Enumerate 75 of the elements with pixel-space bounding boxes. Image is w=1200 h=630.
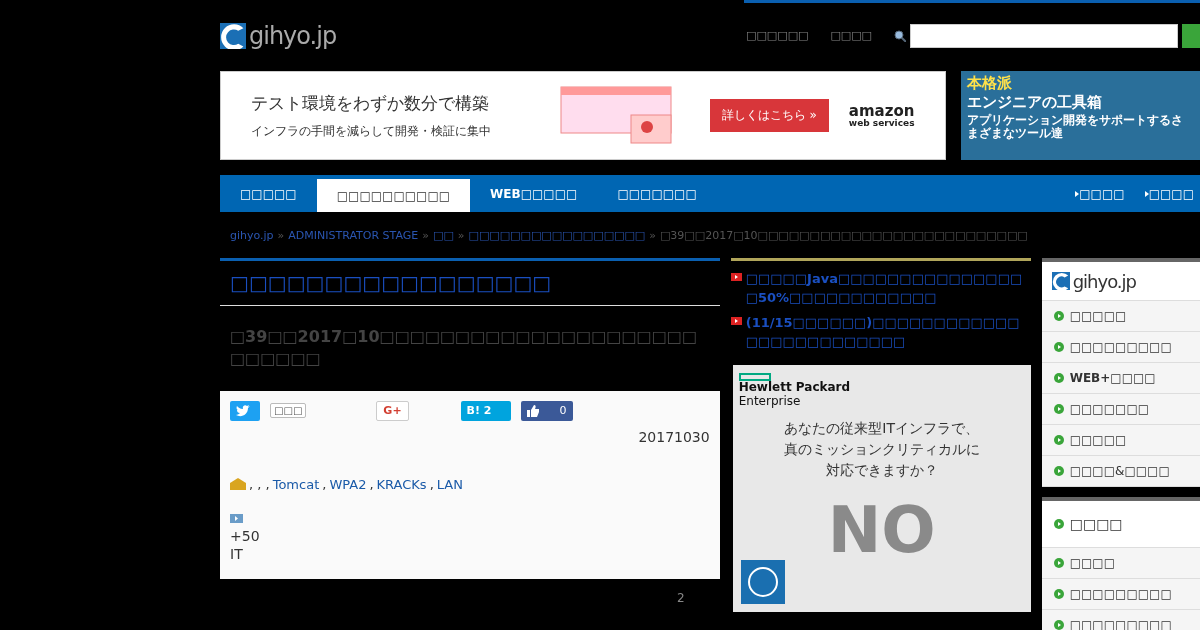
logo-icon	[220, 22, 246, 49]
tweet-button[interactable]	[230, 400, 260, 421]
site-logo[interactable]: gihyo.jp	[220, 21, 337, 50]
bullet-icon	[1053, 373, 1064, 383]
page-number[interactable]: 2	[677, 590, 685, 605]
article-date: 20171030	[638, 428, 710, 445]
ad-brand-sub: Enterprise	[738, 394, 801, 408]
nav-tab[interactable]: WEB□□□□□	[470, 175, 598, 212]
ad-banner[interactable]: テスト環境をわずか数分で構築 インフラの手間を減らして開発・検証に集中 詳しくはこちら » amazon web services	[220, 71, 946, 160]
side-ad[interactable]: 本格派 エンジニアの工具箱 アプリケーション開発をサポートするさまざまなツール達	[960, 71, 1200, 160]
bullet-icon	[1053, 558, 1064, 568]
ad-big-text: NO	[827, 493, 936, 567]
menu-item[interactable]: □□□□□□□	[1041, 394, 1200, 425]
like-button[interactable]: 0	[520, 400, 573, 421]
breadcrumb-separator: »	[649, 228, 656, 242]
bullet-icon	[1053, 311, 1064, 321]
tag-separator: ,	[322, 476, 327, 492]
triangle-icon	[1144, 190, 1149, 197]
search-button[interactable]	[1182, 23, 1200, 48]
share-count: □□□	[270, 403, 307, 419]
nav-link[interactable]: □□□□	[1144, 175, 1200, 212]
search-icon	[894, 29, 906, 42]
menu-item[interactable]: WEB+□□□□	[1041, 363, 1200, 394]
breadcrumb-separator: »	[457, 228, 465, 242]
search-field[interactable]	[910, 23, 1178, 48]
article-text: +50	[230, 526, 261, 545]
menu-item[interactable]: □□□□□	[1041, 301, 1200, 332]
bullet-icon	[1053, 466, 1064, 476]
nav-link[interactable]: □□□□	[1075, 175, 1131, 212]
article-text: IT	[230, 544, 244, 563]
menu-item[interactable]: □□□□□□□□□	[1041, 332, 1200, 363]
ad-brand: Hewlett Packard	[738, 381, 851, 394]
bullet-icon	[1053, 342, 1064, 352]
nav-tab[interactable]: □□□□□□□□□□	[316, 179, 471, 212]
tag-link[interactable]: LAN	[436, 476, 463, 492]
tag-separator: ,	[429, 476, 434, 492]
tag-link[interactable]: KRACKs	[376, 476, 427, 492]
breadcrumb-separator: »	[422, 228, 429, 242]
bullet-icon	[1053, 589, 1064, 599]
menu-item[interactable]: □□□□□□□□□	[1041, 579, 1200, 610]
breadcrumb-current: □39□□2017□10□□□□□□□□□□□□□□□□□□□□□□□□□□	[659, 228, 1028, 242]
menu-heading[interactable]: □□□□	[1041, 501, 1200, 548]
header-link[interactable]: □□□□	[830, 29, 872, 42]
google-plus-button[interactable]: G+	[376, 400, 409, 421]
menu-item[interactable]: □□□□□	[1041, 425, 1200, 456]
menu-item[interactable]: □□□□&□□□□	[1041, 456, 1200, 487]
nav-tab[interactable]: □□□□□□□	[597, 175, 717, 212]
play-icon	[230, 513, 243, 523]
bullet-icon	[1053, 519, 1064, 529]
menu-item[interactable]: □□□□□□□□□	[1041, 610, 1200, 630]
ad-headline: テスト環境をわずか数分で構築	[251, 91, 490, 115]
hpe-ad[interactable]: Hewlett Packard Enterprise あなたの従来型ITインフラで、真のミッションクリティカルに対応できますか？ NO	[732, 365, 1031, 612]
tag-link[interactable]: Tomcat	[272, 476, 320, 492]
aws-logo: amazon web services	[848, 103, 915, 128]
header-link[interactable]: □□□□□□	[746, 29, 809, 42]
ad-copy: あなたの従来型ITインフラで、真のミッションクリティカルに対応できますか？	[782, 419, 981, 480]
tag-separator: ,	[369, 476, 374, 492]
nav-tab[interactable]: □□□□□	[220, 175, 317, 212]
flag-icon	[730, 273, 742, 281]
details-button[interactable]: 詳しくはこちら »	[709, 99, 829, 132]
triangle-icon	[1075, 190, 1080, 197]
bullet-icon	[1053, 404, 1064, 414]
flag-icon	[730, 317, 742, 325]
chip-icon	[740, 560, 785, 604]
tag-link[interactable]: WPA2	[329, 476, 367, 492]
bullet-icon	[1053, 435, 1064, 445]
logo-icon	[1051, 272, 1070, 290]
ad-subline: インフラの手間を減らして開発・検証に集中	[251, 122, 492, 140]
tag-separators: , , ,	[249, 476, 270, 492]
menu-item[interactable]: □□□□	[1041, 548, 1200, 579]
breadcrumb-separator: »	[277, 228, 285, 242]
thumbs-up-icon	[526, 404, 539, 417]
article-title: □39□□2017□10□□□□□□□□□□□□□□□□□□□□□□□□□□□	[230, 326, 698, 371]
hpe-logo-icon	[738, 373, 771, 381]
bird-icon	[236, 404, 250, 417]
